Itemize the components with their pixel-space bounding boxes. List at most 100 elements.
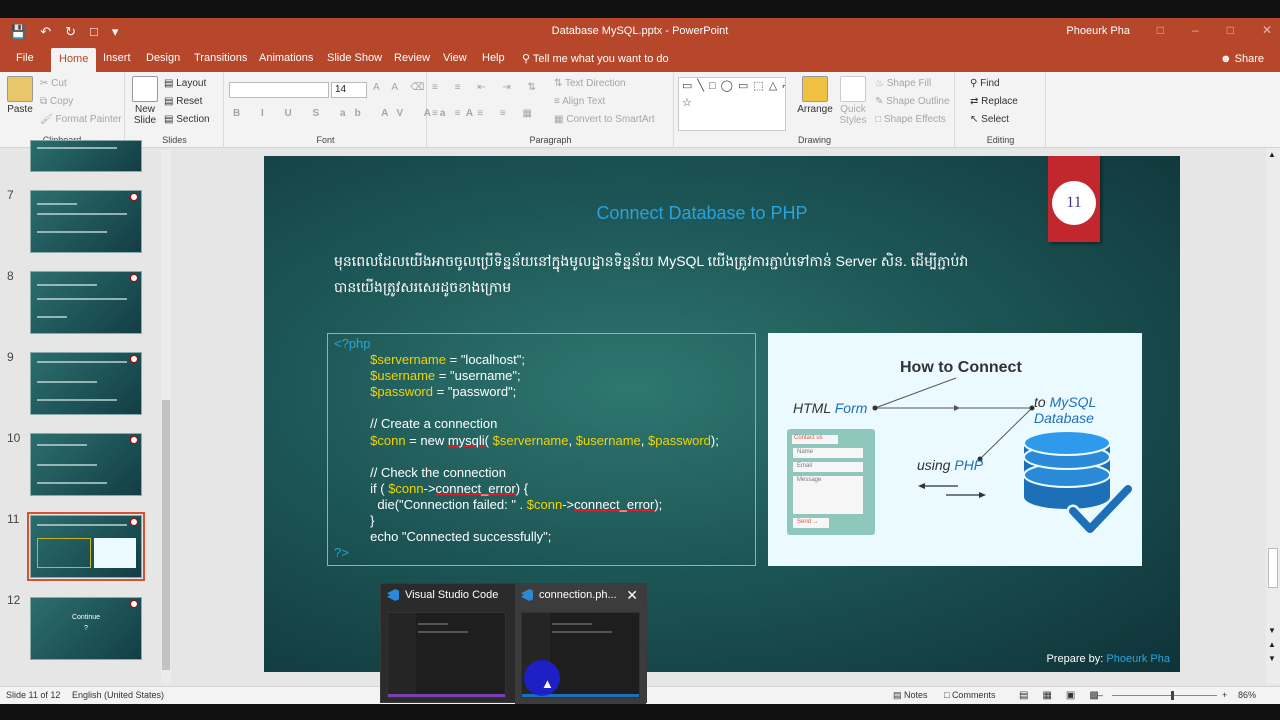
slide-number: 7 bbox=[7, 188, 14, 202]
tab-design[interactable]: Design bbox=[146, 52, 180, 64]
comments-button[interactable]: □ Comments bbox=[944, 690, 995, 700]
scrollbar-thumb[interactable] bbox=[1268, 548, 1278, 588]
tell-me-search[interactable]: ⚲ Tell me what you want to do bbox=[522, 52, 669, 65]
notes-button[interactable]: ▤ Notes bbox=[893, 690, 928, 701]
php-code-box[interactable]: <?php $servername = "localhost"; $userna… bbox=[327, 333, 756, 566]
slide-title[interactable]: Connect Database to PHP bbox=[264, 203, 1140, 224]
form-send-text: Send → bbox=[797, 519, 819, 525]
select-button[interactable]: ↖ Select bbox=[970, 114, 1009, 125]
tab-insert[interactable]: Insert bbox=[103, 52, 131, 64]
code-var: $username bbox=[370, 368, 436, 384]
vscode-icon bbox=[387, 589, 399, 601]
shape-effects-button[interactable]: □ Shape Effects bbox=[875, 114, 946, 125]
font-size-combo[interactable]: 14 bbox=[331, 82, 367, 98]
brush-icon: 🖌 bbox=[40, 114, 56, 125]
thumb-text-line bbox=[37, 298, 127, 300]
align-text-button[interactable]: ≡ Align Text bbox=[554, 96, 605, 107]
close-icon[interactable]: ✕ bbox=[626, 587, 638, 604]
maximize-icon[interactable]: □ bbox=[1227, 23, 1234, 37]
tab-home[interactable]: Home bbox=[51, 48, 97, 72]
slide-thumbnail-7[interactable] bbox=[30, 190, 142, 253]
scissors-icon: ✂ bbox=[40, 78, 52, 89]
close-icon[interactable]: ✕ bbox=[1262, 23, 1272, 37]
list-buttons[interactable]: ≡ ≡ ⇤ ⇥ ⇅ bbox=[432, 82, 543, 93]
scroll-up-icon[interactable]: ▲ bbox=[1268, 150, 1276, 159]
slide-number: 11 bbox=[7, 512, 20, 526]
user-name[interactable]: Phoeurk Pha bbox=[1066, 25, 1130, 37]
slide-description[interactable]: មុនពេលដែលយើងអាចចូលប្រើទិន្នន័យនៅក្នុងមូល… bbox=[334, 248, 994, 300]
slide-thumbnail-10[interactable] bbox=[30, 433, 142, 496]
description-line-2: បានយើងត្រូវសរសេរដូចខាងក្រោម bbox=[334, 279, 512, 295]
vscode-window-preview[interactable]: Visual Studio Code bbox=[381, 584, 512, 704]
slide-thumbnail-11[interactable] bbox=[27, 512, 145, 581]
text-direction-button[interactable]: ⇅ Text Direction bbox=[554, 78, 626, 89]
shapes-gallery[interactable]: ▭╲□◯▭⬚△⌐⌐⇨⇩⇦⬠⌒∿{}☆ bbox=[678, 77, 786, 131]
tab-review[interactable]: Review bbox=[394, 52, 430, 64]
zoom-level[interactable]: 86% bbox=[1238, 690, 1256, 700]
thumb-code-line bbox=[418, 631, 468, 633]
code-function: mysqli bbox=[447, 432, 485, 448]
thumbnails-scrollbar[interactable] bbox=[161, 150, 171, 684]
find-button[interactable]: ⚲ Find bbox=[970, 78, 1000, 89]
convert-smartart-button[interactable]: ▦ Convert to SmartArt bbox=[554, 114, 655, 125]
code-var: $password bbox=[370, 384, 433, 400]
ribbon-options-icon[interactable]: □ bbox=[1157, 23, 1164, 37]
slide-thumbnail-12[interactable]: Continue? bbox=[30, 597, 142, 660]
php-close-tag: ?> bbox=[334, 545, 349, 561]
tab-slide-show[interactable]: Slide Show bbox=[327, 52, 382, 64]
section-button[interactable]: ▤ Section bbox=[164, 114, 210, 125]
quick-styles-icon bbox=[840, 76, 866, 102]
reset-button[interactable]: ▤ Reset bbox=[164, 96, 202, 107]
replace-button[interactable]: ⇄ Replace bbox=[970, 96, 1018, 107]
zoom-slider-handle[interactable] bbox=[1171, 691, 1174, 700]
copy-button[interactable]: ⧉ Copy bbox=[40, 96, 73, 107]
shape-outline-button[interactable]: ✎ Shape Outline bbox=[875, 96, 950, 107]
tab-file[interactable]: File bbox=[16, 52, 34, 64]
drawing-label: Drawing bbox=[797, 135, 831, 145]
tab-help[interactable]: Help bbox=[482, 52, 505, 64]
font-size-buttons[interactable]: A A ⌫ bbox=[373, 82, 429, 93]
tab-animations[interactable]: Animations bbox=[259, 52, 313, 64]
new-slide-button[interactable]: New Slide bbox=[130, 76, 160, 126]
tab-transitions[interactable]: Transitions bbox=[194, 52, 247, 64]
scroll-down-icon[interactable]: ▼ bbox=[1268, 626, 1276, 635]
quick-styles-button[interactable]: Quick Styles bbox=[835, 76, 871, 126]
thumb-text-line bbox=[37, 213, 127, 215]
cut-button[interactable]: ✂ Cut bbox=[40, 78, 67, 89]
slide-thumbnail-9[interactable] bbox=[30, 352, 142, 415]
font-name-combo[interactable] bbox=[229, 82, 329, 98]
language[interactable]: English (United States) bbox=[72, 690, 164, 700]
slide-thumbnail-8[interactable] bbox=[30, 271, 142, 334]
slide-scrollbar[interactable]: ▲ ▼ ▲ ▼ bbox=[1266, 148, 1280, 684]
format-painter-button[interactable]: 🖌 Format Painter bbox=[40, 114, 122, 125]
top-bezel bbox=[0, 0, 1280, 18]
new-slide-icon bbox=[132, 76, 158, 102]
next-slide-icon[interactable]: ▼ bbox=[1268, 654, 1276, 663]
zoom-out-icon[interactable]: – bbox=[1098, 690, 1103, 700]
scrollbar-thumb[interactable] bbox=[162, 400, 170, 670]
zoom-slider[interactable] bbox=[1112, 695, 1217, 696]
thumb-code-line bbox=[418, 623, 448, 625]
connection-diagram[interactable]: How to Connect HTML Form to MySQL Databas… bbox=[768, 333, 1142, 566]
code-var: $conn bbox=[388, 480, 424, 496]
slide-thumbnail-6[interactable] bbox=[30, 140, 142, 172]
code-text: ); bbox=[654, 496, 663, 512]
layout-button[interactable]: ▤ Layout bbox=[164, 78, 206, 89]
form-header-text: Contact us bbox=[794, 435, 823, 441]
thumb-diagram bbox=[94, 538, 136, 568]
slide-badge-icon bbox=[131, 601, 137, 607]
preview-header: Visual Studio Code bbox=[387, 589, 498, 601]
align-buttons[interactable]: ≡ ≡ ≡ ≡ ▦ bbox=[432, 108, 539, 119]
tab-view[interactable]: View bbox=[443, 52, 467, 64]
paragraph-group: ≡ ≡ ⇤ ⇥ ⇅ ≡ ≡ ≡ ≡ ▦ ⇅ Text Direction ≡ A… bbox=[428, 72, 674, 148]
shape-fill-button[interactable]: ♨ Shape Fill bbox=[875, 78, 931, 89]
paste-button[interactable]: Paste bbox=[6, 76, 34, 115]
arrange-button[interactable]: Arrange bbox=[795, 76, 835, 115]
previous-slide-icon[interactable]: ▲ bbox=[1268, 640, 1276, 649]
slide-thumbnails-pane: 7 8 9 10 11 12 Continue? bbox=[0, 140, 172, 684]
zoom-in-icon[interactable]: + bbox=[1222, 690, 1227, 700]
title-bar: 💾 ↶ ↻ □ ▾ Database MySQL.pptx - PowerPoi… bbox=[0, 18, 1280, 46]
share-button[interactable]: ☻ Share bbox=[1220, 53, 1264, 65]
minimize-icon[interactable]: – bbox=[1192, 23, 1199, 37]
slide-badge-icon bbox=[131, 356, 137, 362]
